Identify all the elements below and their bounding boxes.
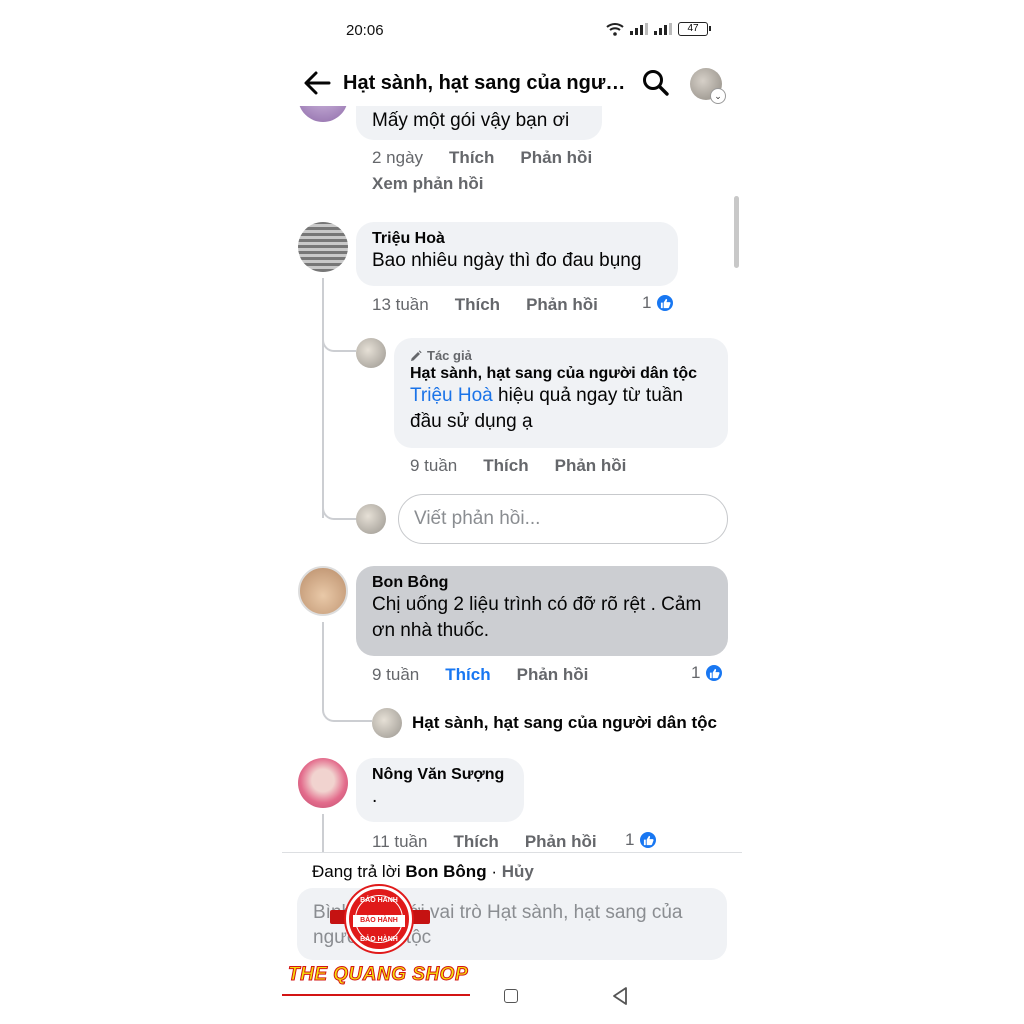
avatar-page[interactable] [356, 504, 386, 534]
comment-actions: 13 tuần Thích Phản hồi [372, 295, 598, 315]
reaction-count-value: 1 [691, 663, 701, 682]
like-button[interactable]: Thích [455, 295, 500, 315]
mention-link[interactable]: Triệu Hoà [410, 385, 493, 406]
avatar-page[interactable] [356, 338, 386, 368]
battery-icon: 47 [678, 22, 711, 36]
comment-text: Chị uống 2 liệu trình có đỡ rõ rệt . Cảm… [372, 594, 702, 641]
comment-time: 9 tuần [410, 456, 458, 475]
signal-icon-1 [630, 23, 648, 35]
search-icon[interactable] [642, 69, 670, 97]
comment-time: 2 ngày [372, 148, 424, 167]
comment-bubble-selected[interactable]: Bon Bông Chị uống 2 liệu trình có đỡ rõ … [356, 566, 728, 656]
warranty-seal: BẢO HÀNH BẢO HÀNH BẢO HÀNH [346, 886, 412, 952]
comment-bubble[interactable]: Nông Văn Sượng . [356, 758, 524, 822]
avatar[interactable] [298, 106, 348, 122]
comment-author[interactable]: Triệu Hoà [372, 230, 662, 248]
seal-bottom-text: BẢO HÀNH [360, 936, 398, 943]
thread-connector [322, 446, 356, 520]
replying-separator: · [491, 862, 497, 881]
reply-button[interactable]: Phản hồi [555, 456, 627, 476]
comment-author[interactable]: Bon Bông [372, 574, 712, 592]
collapsed-reply-author[interactable]: Hạt sành, hạt sang của người dân tộc [412, 713, 717, 733]
status-time: 20:06 [346, 22, 384, 39]
comment-author[interactable]: Hạt sành, hạt sang của người dân tộc [410, 365, 712, 383]
comment-time: 13 tuần [372, 295, 429, 314]
pencil-icon [411, 349, 422, 361]
comment-author[interactable]: Nông Văn Sượng [372, 766, 508, 784]
back-arrow-icon[interactable] [302, 68, 332, 98]
thumbs-up-icon [655, 293, 676, 313]
author-badge: Tác giả [410, 348, 712, 363]
reply-button[interactable]: Phản hồi [525, 832, 597, 852]
comment-time: 9 tuần [372, 665, 420, 684]
reply-input[interactable]: Viết phản hồi... [398, 494, 728, 544]
reaction-count[interactable]: 1 [642, 293, 676, 313]
like-button[interactable]: Thích [453, 832, 498, 852]
replying-to-bar: Đang trả lời Bon Bông · Hủy [312, 862, 534, 882]
signal-icon-2 [654, 23, 672, 35]
thread-line [322, 814, 324, 852]
nav-back-icon[interactable] [612, 986, 628, 1006]
thumbs-up-icon [704, 663, 725, 683]
reaction-count[interactable]: 1 [625, 830, 659, 850]
reply-button[interactable]: Phản hồi [517, 665, 589, 685]
comment-text: Mấy một gói vậy bạn ơi [372, 110, 570, 131]
avatar-page[interactable] [372, 708, 402, 738]
wifi-icon [606, 23, 624, 36]
status-icons: 47 [606, 22, 711, 36]
comments-list[interactable]: Mấy một gói vậy bạn ơi 2 ngày Thích Phản… [282, 106, 742, 852]
page-title: Hạt sành, hạt sang của người dân tộc [343, 72, 633, 94]
comment-time: 11 tuần [372, 832, 428, 851]
like-button[interactable]: Thích [483, 456, 528, 476]
thread-connector [322, 306, 356, 352]
comment-text: Bao nhiêu ngày thì đo đau bụng [372, 250, 642, 271]
comment-actions: 11 tuần Thích Phản hồi [372, 832, 597, 852]
author-badge-label: Tác giả [427, 348, 472, 363]
replying-name: Bon Bông [405, 862, 487, 881]
header-bar: Hạt sành, hạt sang của người dân tộc ⌄ [282, 62, 742, 106]
comment-text: Triệu Hoà hiệu quả ngay từ tuần đầu sử d… [410, 383, 712, 435]
author-reply-bubble[interactable]: Tác giả Hạt sành, hạt sang của người dân… [394, 338, 728, 448]
comment-text: . [372, 786, 378, 807]
replying-prefix: Đang trả lời [312, 862, 401, 881]
home-square-icon[interactable] [504, 989, 518, 1003]
reaction-count-value: 1 [642, 293, 652, 312]
reaction-count[interactable]: 1 [691, 663, 725, 683]
reply-button[interactable]: Phản hồi [526, 295, 598, 315]
avatar-nong-van-suong[interactable] [298, 758, 348, 808]
thumbs-up-icon [638, 830, 659, 850]
divider [282, 852, 742, 853]
comment-actions: 2 ngày Thích Phản hồi [372, 148, 592, 168]
comment-bubble[interactable]: Triệu Hoà Bao nhiêu ngày thì đo đau bụng [356, 222, 678, 286]
cancel-reply-button[interactable]: Hủy [502, 862, 534, 881]
reaction-count-value: 1 [625, 830, 635, 849]
comment-actions: 9 tuần Thích Phản hồi [372, 665, 588, 685]
phone-screen: 20:06 47 Hạt sành, hạt sang của người dâ… [282, 0, 742, 1024]
avatar-bon-bong[interactable] [298, 566, 348, 616]
view-replies-link[interactable]: Xem phản hồi [372, 174, 483, 194]
thread-connector [322, 676, 372, 722]
like-button-active[interactable]: Thích [445, 665, 490, 685]
system-nav-bar [282, 980, 742, 1014]
chevron-down-icon[interactable]: ⌄ [710, 88, 726, 104]
like-button[interactable]: Thích [449, 148, 494, 168]
comment-bubble[interactable]: Mấy một gói vậy bạn ơi [356, 106, 602, 140]
comment-actions: 9 tuần Thích Phản hồi [410, 456, 626, 476]
view-replies-label[interactable]: Xem phản hồi [372, 174, 483, 194]
reply-button[interactable]: Phản hồi [520, 148, 592, 168]
avatar-trieu-hoa[interactable] [298, 222, 348, 272]
scrollbar[interactable] [734, 196, 739, 268]
seal-mid-text: BẢO HÀNH [353, 915, 405, 927]
seal-top-text: BẢO HÀNH [360, 897, 398, 904]
